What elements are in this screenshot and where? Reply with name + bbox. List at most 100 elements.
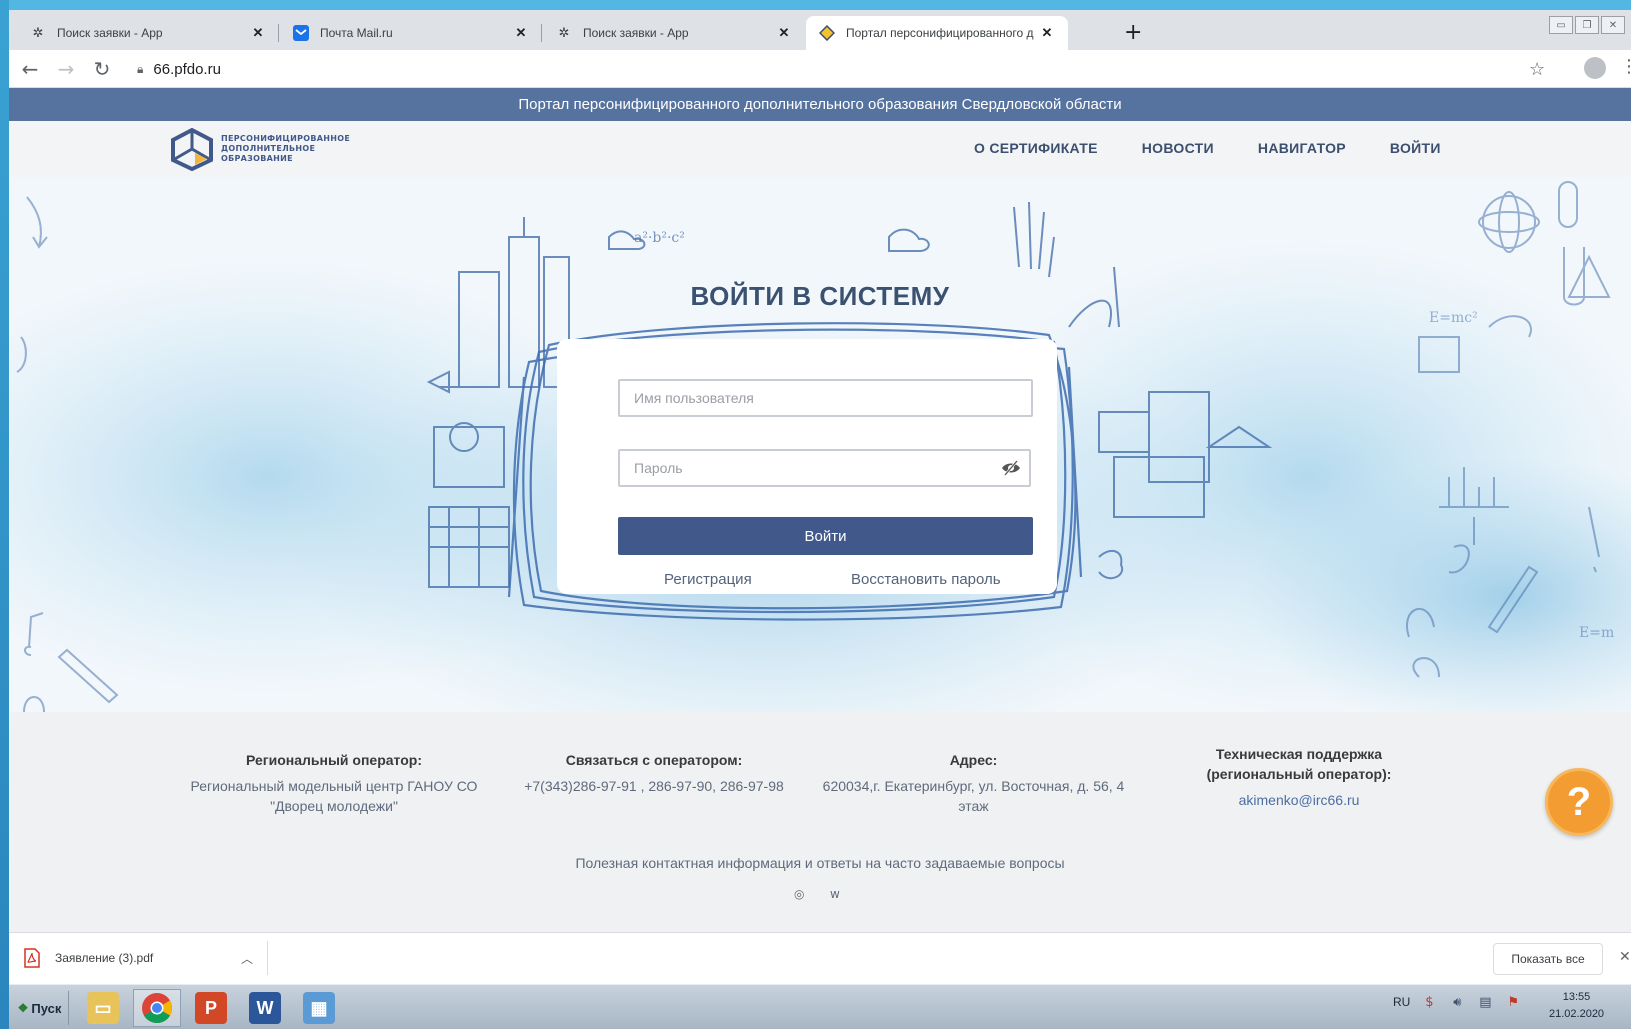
system-tray: RU $ 🔊︎ ▤ ⚑ xyxy=(1393,993,1522,1011)
eye-slash-icon[interactable] xyxy=(1001,459,1021,477)
start-label: Пуск xyxy=(31,1000,62,1016)
footer-support: Техническая поддержка (региональный опер… xyxy=(1169,744,1429,810)
support-email-link[interactable]: akimenko@irc66.ru xyxy=(1169,790,1429,810)
pdf-icon xyxy=(23,948,41,968)
language-indicator[interactable]: RU xyxy=(1393,995,1410,1009)
folder-icon: ▭ xyxy=(87,992,119,1024)
nav-news[interactable]: НОВОСТИ xyxy=(1142,140,1214,156)
site-logo[interactable]: ПЕРСОНИФИЦИРОВАННОЕ ДОПОЛНИТЕЛЬНОЕ ОБРАЗ… xyxy=(169,127,350,171)
register-link[interactable]: Регистрация xyxy=(664,571,752,588)
frame-left xyxy=(0,0,9,1029)
show-all-downloads-button[interactable]: Показать все xyxy=(1493,943,1603,975)
tab-2[interactable]: Почта Mail.ru ✕ xyxy=(280,16,542,50)
windows-taskbar: ❖ Пуск ▭ P W ▦ RU $ 🔊︎ ▤ ⚑ 13:55 21.02.2… xyxy=(9,984,1631,1029)
web-page: Портал персонифицированного дополнительн… xyxy=(9,88,1631,932)
help-button[interactable]: ? xyxy=(1545,768,1613,836)
close-window-icon[interactable]: ✕ xyxy=(1601,16,1625,34)
logo-line: ОБРАЗОВАНИЕ xyxy=(221,154,293,163)
footer-heading: Адрес: xyxy=(949,752,998,768)
password-field[interactable] xyxy=(618,449,1031,487)
system-clock[interactable]: 13:55 21.02.2020 xyxy=(1549,989,1604,1023)
close-icon[interactable]: ✕ xyxy=(1038,24,1056,42)
main-nav: О СЕРТИФИКАТЕ НОВОСТИ НАВИГАТОР ВОЙТИ xyxy=(974,140,1485,156)
site-header: ПЕРСОНИФИЦИРОВАННОЕ ДОПОЛНИТЕЛЬНОЕ ОБРАЗ… xyxy=(9,121,1631,177)
tab-bar: ✲ Поиск заявки - App ✕ Почта Mail.ru ✕ ✲… xyxy=(9,10,1631,50)
instagram-icon[interactable]: ◎ xyxy=(794,887,812,901)
tab-title: Почта Mail.ru xyxy=(320,26,393,40)
reload-icon[interactable]: ↻ xyxy=(87,54,117,84)
browser-toolbar: ← → ↻ 🔒︎ 66.pfdo.ru ☆ ⋮ xyxy=(9,50,1631,88)
taskbar-explorer[interactable]: ▭ xyxy=(79,989,127,1027)
taskbar-chrome[interactable] xyxy=(133,989,181,1027)
tab-separator xyxy=(541,24,542,42)
social-links: ◎ w xyxy=(794,887,848,901)
word-icon: W xyxy=(249,992,281,1024)
volume-icon[interactable]: 🔊︎ xyxy=(1448,993,1466,1011)
diamond-icon xyxy=(818,24,836,42)
shield-tray-icon[interactable]: $ xyxy=(1420,993,1438,1011)
taskbar-word[interactable]: W xyxy=(241,989,289,1027)
footer-address: Адрес: 620034,г. Екатеринбург, ул. Восто… xyxy=(821,750,1126,816)
password-input[interactable] xyxy=(620,451,1029,485)
tab-title: Портал персонифицированного д xyxy=(846,26,1034,40)
close-icon[interactable]: ✕ xyxy=(249,24,267,42)
username-field[interactable] xyxy=(618,379,1033,417)
address-bar[interactable]: 🔒︎ 66.pfdo.ru xyxy=(137,55,1517,83)
profile-avatar-icon[interactable] xyxy=(1584,57,1606,79)
nav-certificate[interactable]: О СЕРТИФИКАТЕ xyxy=(974,140,1098,156)
close-icon[interactable]: ✕ xyxy=(1619,949,1631,965)
back-icon[interactable]: ← xyxy=(15,54,45,84)
login-card: Войти Регистрация Восстановить пароль xyxy=(557,339,1057,594)
menu-dots-icon[interactable]: ⋮ xyxy=(1620,56,1631,77)
download-filename: Заявление (3).pdf xyxy=(55,951,154,965)
restore-icon[interactable]: ❐ xyxy=(1575,16,1599,34)
start-button[interactable]: ❖ Пуск xyxy=(11,991,69,1025)
tab-4-active[interactable]: Портал персонифицированного д ✕ xyxy=(806,16,1068,50)
nav-login[interactable]: ВОЙТИ xyxy=(1390,140,1441,156)
tab-1[interactable]: ✲ Поиск заявки - App ✕ xyxy=(17,16,279,50)
restore-password-link[interactable]: Восстановить пароль xyxy=(851,571,1001,588)
close-icon[interactable]: ✕ xyxy=(512,24,530,42)
login-hero: a²·b²·c² E=mc² E=m ВОЙТИ В СИСТЕМУ Имя п… xyxy=(9,177,1631,712)
login-button[interactable]: Войти xyxy=(618,517,1033,555)
download-item[interactable]: Заявление (3).pdf ︿ xyxy=(23,941,268,975)
taskbar-control-panel[interactable]: ▦ xyxy=(295,989,343,1027)
logo-line: ПЕРСОНИФИЦИРОВАННОЕ xyxy=(221,134,351,143)
svg-text:a²·b²·c²: a²·b²·c² xyxy=(634,230,685,246)
footer-text: 620034,г. Екатеринбург, ул. Восточная, д… xyxy=(822,778,1125,814)
bookmark-star-icon[interactable]: ☆ xyxy=(1529,59,1545,80)
chevron-up-icon[interactable]: ︿ xyxy=(241,950,253,967)
faq-link[interactable]: Полезная контактная информация и ответы … xyxy=(9,855,1631,871)
clock-date: 21.02.2020 xyxy=(1549,1008,1605,1020)
footer-heading: Техническая поддержка (региональный опер… xyxy=(1206,746,1392,782)
tab-title: Поиск заявки - App xyxy=(57,26,163,40)
tab-title: Поиск заявки - App xyxy=(583,26,689,40)
footer-text: Региональный модельный центр ГАНОУ СО "Д… xyxy=(190,778,478,814)
network-icon[interactable]: ▤ xyxy=(1476,993,1494,1011)
tab-3[interactable]: ✲ Поиск заявки - App ✕ xyxy=(543,16,805,50)
site-banner: Портал персонифицированного дополнительн… xyxy=(9,88,1631,121)
svg-text:E=m: E=m xyxy=(1579,625,1614,641)
downloads-bar: Заявление (3).pdf ︿ Показать все ✕ xyxy=(9,932,1631,984)
logo-cube-icon xyxy=(171,127,213,171)
minimize-icon[interactable]: ▭ xyxy=(1549,16,1573,34)
username-input[interactable] xyxy=(620,381,1031,415)
tab-separator xyxy=(278,24,279,42)
windows-flag-icon: ❖ xyxy=(17,1001,29,1015)
chrome-icon xyxy=(142,993,173,1024)
new-tab-button[interactable]: + xyxy=(1124,22,1142,44)
logo-text: ПЕРСОНИФИЦИРОВАННОЕ ДОПОЛНИТЕЛЬНОЕ ОБРАЗ… xyxy=(221,134,350,164)
powerpoint-icon: P xyxy=(195,992,227,1024)
forward-icon[interactable]: → xyxy=(51,54,81,84)
logo-line: ДОПОЛНИТЕЛЬНОЕ xyxy=(221,144,316,153)
taskbar-powerpoint[interactable]: P xyxy=(187,989,235,1027)
close-icon[interactable]: ✕ xyxy=(775,24,793,42)
nav-navigator[interactable]: НАВИГАТОР xyxy=(1258,140,1346,156)
vk-icon[interactable]: w xyxy=(830,887,848,901)
flag-tray-icon[interactable]: ⚑ xyxy=(1504,993,1522,1011)
svg-text:E=mc²: E=mc² xyxy=(1429,310,1478,326)
window-controls: ▭ ❐ ✕ xyxy=(1549,16,1625,34)
mail-icon xyxy=(292,24,310,42)
footer-operator: Региональный оператор: Региональный моде… xyxy=(184,750,484,816)
login-title: ВОЙТИ В СИСТЕМУ xyxy=(690,281,950,311)
